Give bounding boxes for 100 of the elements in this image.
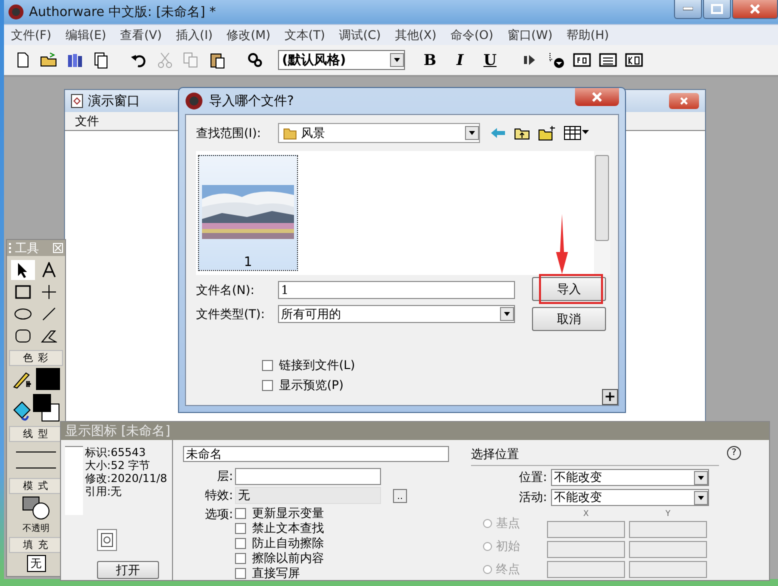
coordinate-field[interactable] bbox=[547, 541, 625, 558]
maximize-icon bbox=[711, 4, 723, 14]
dialog-button[interactable]: 导入 bbox=[532, 277, 606, 301]
checkbox[interactable] bbox=[262, 380, 273, 391]
opaque-mode-icon[interactable] bbox=[21, 496, 51, 520]
checkbox[interactable] bbox=[235, 538, 246, 549]
field-label: 文件类型(T): bbox=[196, 306, 266, 322]
axis-label: Y bbox=[664, 509, 672, 518]
coordinate-field[interactable] bbox=[547, 521, 625, 538]
coordinate-field[interactable] bbox=[629, 561, 707, 578]
checkbox-label: 防止自动擦除 bbox=[252, 536, 324, 551]
section-label: 填 充 bbox=[9, 537, 63, 553]
dialog-title: 导入哪个文件? bbox=[209, 93, 294, 110]
layer-field[interactable] bbox=[235, 468, 381, 485]
browse-button[interactable]: .. bbox=[393, 488, 407, 502]
info-text: 引用:无 bbox=[85, 485, 123, 498]
file-thumbnail[interactable]: 1 bbox=[198, 155, 298, 271]
checkbox[interactable] bbox=[235, 523, 246, 534]
checkbox[interactable] bbox=[235, 508, 246, 519]
menu-item[interactable]: 命令(O) bbox=[443, 26, 500, 44]
checkbox-label: 直接写屏 bbox=[252, 566, 300, 581]
preview-box bbox=[65, 446, 83, 515]
position-select[interactable]: 不能改变 bbox=[551, 469, 709, 486]
info-text: 修改:2020/11/8 bbox=[85, 472, 168, 485]
section-label: 线 型 bbox=[9, 426, 63, 442]
display-icon-button[interactable] bbox=[97, 529, 117, 551]
look-in-select[interactable]: 风景 bbox=[278, 123, 480, 143]
panel-title: 显示图标 [未命名] bbox=[61, 422, 769, 440]
maximize-button[interactable] bbox=[703, 0, 731, 19]
open-button[interactable]: 打开 bbox=[97, 561, 159, 579]
fill-option[interactable]: 无 bbox=[26, 555, 46, 572]
motion-select[interactable]: 不能改变 bbox=[551, 489, 709, 506]
coordinate-field[interactable] bbox=[547, 561, 625, 578]
document-icon bbox=[71, 94, 83, 108]
name-field[interactable]: 未命名 bbox=[183, 446, 449, 462]
fill-color-drawing[interactable] bbox=[12, 392, 60, 424]
menu-item[interactable]: 窗口(W) bbox=[500, 26, 560, 44]
checkbox-label: 链接到文件(L) bbox=[279, 357, 356, 374]
radio-label: 终点 bbox=[496, 561, 520, 578]
bold-button[interactable]: B bbox=[417, 51, 443, 69]
highlight-frame bbox=[539, 274, 603, 304]
help-button[interactable]: ? bbox=[727, 446, 741, 460]
field-label: 文件名(N): bbox=[196, 282, 256, 298]
menu-item[interactable]: 文件(F) bbox=[4, 26, 58, 44]
close-button[interactable] bbox=[669, 93, 699, 109]
app-logo-icon bbox=[8, 4, 24, 20]
file-type-select[interactable]: 所有可用的 bbox=[278, 305, 515, 323]
dialog-button[interactable]: 取消 bbox=[532, 307, 606, 331]
field-label: 位置: bbox=[518, 469, 547, 486]
italic-button[interactable]: I bbox=[447, 51, 473, 69]
field-label: 特效: bbox=[204, 487, 233, 504]
file-name-field[interactable]: 1 bbox=[278, 281, 515, 299]
menu-item[interactable]: 文件 bbox=[75, 112, 99, 130]
section-heading: 选择位置 bbox=[471, 446, 719, 466]
field-label: 层: bbox=[216, 468, 233, 485]
new-folder-icon[interactable] bbox=[538, 125, 556, 141]
info-text: 标识:65543 bbox=[85, 446, 147, 459]
menu-item[interactable]: 查看(V) bbox=[113, 26, 169, 44]
view-menu-icon[interactable] bbox=[564, 126, 590, 140]
menu-item[interactable]: 文本(T) bbox=[277, 26, 332, 44]
axis-label: X bbox=[582, 509, 590, 518]
menu-item[interactable]: 其他(X) bbox=[388, 26, 444, 44]
minimize-button[interactable] bbox=[674, 0, 702, 19]
pointer-tool-icon[interactable] bbox=[11, 260, 35, 280]
menu-item[interactable]: 插入(I) bbox=[168, 26, 220, 44]
checkbox-label: 禁止文本查找 bbox=[252, 521, 324, 536]
expand-button[interactable]: + bbox=[602, 389, 618, 405]
back-icon[interactable] bbox=[490, 126, 506, 140]
checkbox[interactable] bbox=[235, 568, 246, 579]
menu-item[interactable]: 修改(M) bbox=[220, 26, 278, 44]
window-title: Authorware 中文版: [未命名] * bbox=[29, 4, 216, 21]
underline-button[interactable]: U bbox=[477, 51, 503, 69]
checkbox[interactable] bbox=[262, 360, 273, 371]
effect-field[interactable]: 无 bbox=[235, 487, 381, 504]
close-icon bbox=[750, 4, 760, 14]
checkbox-label: 更新显示变量 bbox=[252, 506, 324, 521]
checkbox[interactable] bbox=[235, 553, 246, 564]
close-icon bbox=[680, 97, 688, 105]
radio-label: 基点 bbox=[496, 515, 520, 532]
panel-title-bar: 工具 bbox=[7, 240, 65, 256]
checkbox-label: 擦除以前内容 bbox=[252, 551, 324, 566]
menu-item[interactable]: 帮助(H) bbox=[560, 26, 616, 44]
close-button[interactable] bbox=[575, 88, 619, 106]
scrollbar[interactable] bbox=[594, 151, 610, 275]
radio-label: 初始 bbox=[496, 538, 520, 555]
up-folder-icon[interactable] bbox=[514, 126, 530, 140]
close-button[interactable] bbox=[732, 0, 778, 19]
menu-item[interactable]: 编辑(E) bbox=[58, 26, 114, 44]
field-label: 活动: bbox=[518, 489, 547, 506]
window-title: 演示窗口 bbox=[88, 93, 140, 110]
menu-item[interactable]: 调试(C) bbox=[332, 26, 388, 44]
style-select[interactable]: (默认风格) bbox=[278, 50, 405, 70]
coordinate-field[interactable] bbox=[629, 521, 707, 538]
minimize-icon bbox=[683, 7, 693, 11]
close-icon bbox=[592, 92, 602, 102]
field-label: 查找范围(I): bbox=[196, 124, 262, 142]
color-swatch[interactable] bbox=[36, 368, 60, 390]
checkbox-label: 显示预览(P) bbox=[279, 377, 344, 394]
coordinate-field[interactable] bbox=[629, 541, 707, 558]
grip-icon[interactable] bbox=[9, 242, 12, 254]
